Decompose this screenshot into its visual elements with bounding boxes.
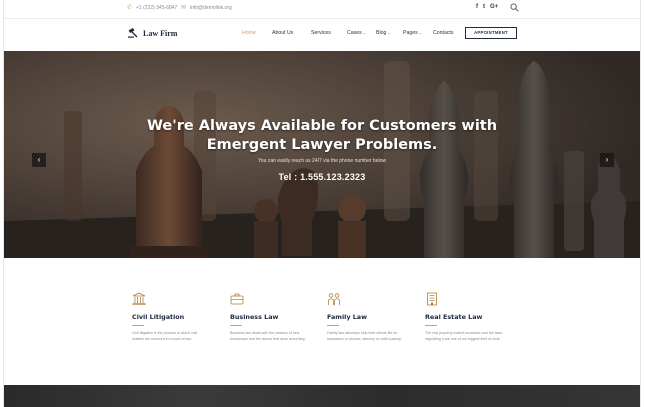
main-navbar: Law Firm Home About Us Services Cases⌄ B… bbox=[4, 20, 640, 51]
hero-phone[interactable]: Tel : 1.555.123.2323 bbox=[4, 172, 640, 182]
topbar-phone[interactable]: ✆ +1 (222) 345-6847 bbox=[127, 5, 177, 11]
briefcase-icon bbox=[230, 293, 244, 305]
twitter-icon[interactable]: t bbox=[483, 4, 485, 10]
nav-item-cases[interactable]: Cases⌄ bbox=[347, 30, 366, 36]
service-description: Civil litigation is the process in which… bbox=[132, 331, 198, 341]
service-title: Family Law bbox=[327, 313, 368, 321]
hero-subtitle: You can easily reach us 24/7 via the pho… bbox=[258, 158, 386, 164]
family-icon bbox=[328, 293, 340, 305]
slider-prev-button[interactable]: ‹ bbox=[32, 153, 46, 167]
page-frame: ✆ +1 (222) 345-6847 ✉ info@demolink.org … bbox=[3, 0, 641, 407]
chevron-down-icon: ⌄ bbox=[362, 30, 367, 35]
next-section-preview bbox=[4, 385, 640, 407]
mail-icon: ✉ bbox=[181, 5, 187, 11]
nav-item-services[interactable]: Services bbox=[311, 30, 331, 36]
phone-icon: ✆ bbox=[127, 5, 133, 11]
nav-item-pages-label: Pages bbox=[403, 30, 418, 36]
nav-item-blog[interactable]: Blog⌄ bbox=[376, 30, 391, 36]
service-title: Business Law bbox=[230, 313, 279, 321]
nav-item-about-us[interactable]: About Us bbox=[272, 30, 293, 36]
hero-title-line-1: We're Always Available for Customers wit… bbox=[146, 118, 498, 134]
service-description: The real property market increases and t… bbox=[425, 331, 502, 341]
divider bbox=[230, 325, 242, 326]
hero-slider: We're Always Available for Customers wit… bbox=[4, 51, 640, 258]
chevron-down-icon: ⌄ bbox=[418, 30, 423, 35]
gavel-icon bbox=[128, 28, 138, 38]
service-card[interactable]: Family Law Family law attorneys help the… bbox=[327, 292, 407, 342]
divider bbox=[132, 325, 144, 326]
building-icon bbox=[427, 292, 437, 306]
service-card[interactable]: Real Estate Law The real property market… bbox=[425, 292, 505, 342]
search-icon[interactable] bbox=[510, 3, 519, 12]
divider bbox=[327, 325, 339, 326]
topbar-phone-text: +1 (222) 345-6847 bbox=[136, 5, 178, 11]
topbar-email[interactable]: ✉ info@demolink.org bbox=[181, 5, 232, 11]
nav-item-home[interactable]: Home bbox=[242, 30, 256, 36]
slider-next-button[interactable]: › bbox=[600, 153, 614, 167]
hero-title: We're Always Available for Customers wit… bbox=[4, 117, 640, 155]
divider bbox=[425, 325, 437, 326]
nav-item-contacts[interactable]: Contacts bbox=[433, 30, 453, 36]
hero-title-line-2: Emergent Lawyer Problems. bbox=[206, 137, 438, 153]
courthouse-icon bbox=[132, 292, 146, 306]
service-card[interactable]: Business Law Business law deals with the… bbox=[230, 292, 310, 342]
service-title: Real Estate Law bbox=[425, 313, 483, 321]
logo[interactable]: Law Firm bbox=[128, 28, 177, 38]
logo-text: Law Firm bbox=[143, 28, 178, 38]
chevron-left-icon: ‹ bbox=[37, 155, 41, 164]
service-description: Business law deals with the creation of … bbox=[230, 331, 306, 341]
nav-item-cases-label: Cases bbox=[347, 30, 362, 36]
chevron-right-icon: › bbox=[605, 155, 609, 164]
top-bar: ✆ +1 (222) 345-6847 ✉ info@demolink.org … bbox=[4, 0, 640, 19]
nav-item-pages[interactable]: Pages⌄ bbox=[403, 30, 422, 36]
service-title: Civil Litigation bbox=[132, 313, 185, 321]
topbar-email-text: info@demolink.org bbox=[190, 5, 232, 11]
facebook-icon[interactable]: f bbox=[476, 4, 478, 10]
service-description: Family law attorneys help their clients … bbox=[327, 331, 402, 341]
service-card[interactable]: Civil Litigation Civil litigation is the… bbox=[132, 292, 212, 342]
social-links: f t G+ bbox=[476, 4, 498, 10]
services-section: Civil Litigation Civil litigation is the… bbox=[4, 258, 640, 385]
google-plus-icon[interactable]: G+ bbox=[490, 4, 498, 10]
appointment-button[interactable]: APPOINTMENT bbox=[465, 27, 517, 39]
nav-item-blog-label: Blog bbox=[376, 30, 387, 36]
chevron-down-icon: ⌄ bbox=[387, 30, 391, 35]
